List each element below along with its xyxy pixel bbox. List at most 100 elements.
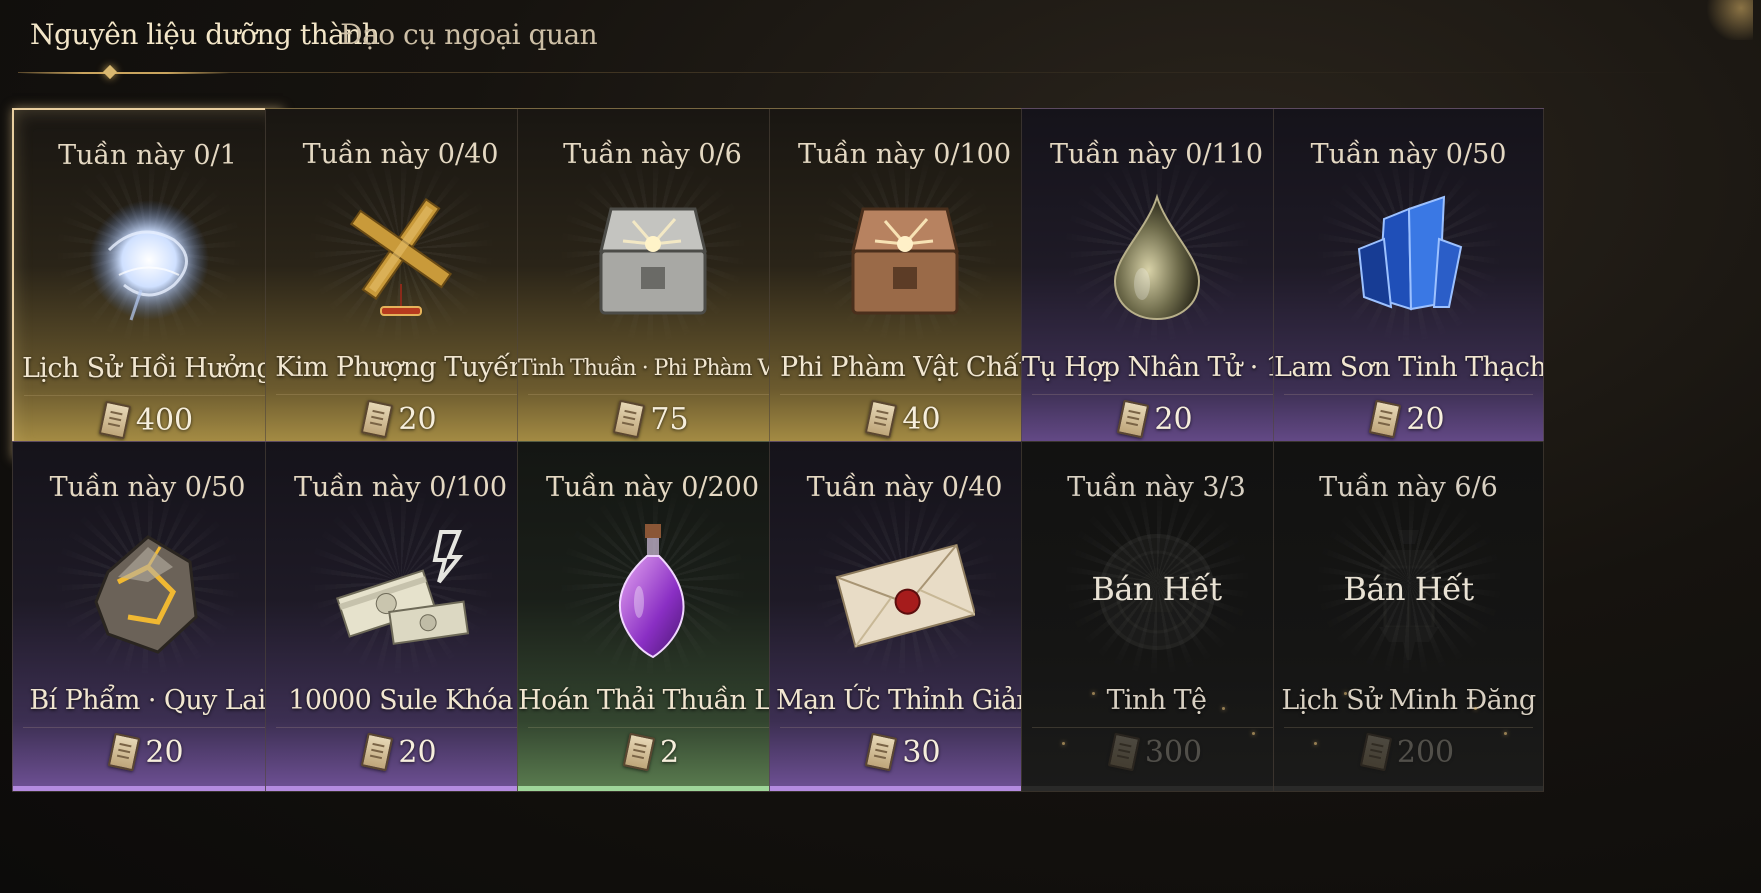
tab-nurture-materials[interactable]: Nguyên liệu dưỡng thành [30,18,380,51]
tab-bar-divider [18,72,1718,73]
price-row: 400 [14,400,281,440]
card-divider [528,394,777,395]
shop-item-card[interactable]: Tuần này 0/100 Phi Phàm Vật Chất 40 [769,108,1040,459]
card-divider [23,727,272,728]
price-row: 20 [1274,399,1543,439]
oil-drop-icon [1087,189,1227,329]
item-name: Bí Phẩm · Quy Lai [29,685,266,716]
shop-item-card[interactable]: Tuần này 6/6 Bán Hết Lịch Sử Minh Đăng 200 [1273,441,1544,792]
corner-ornament-icon [1693,0,1753,40]
item-price: 2 [659,734,680,770]
weekly-limit-label: Tuần này 0/40 [806,472,1003,503]
weekly-limit-label: Tuần này 0/50 [1310,139,1507,170]
weekly-limit-label: Tuần này 0/200 [545,472,760,503]
sparkle-particle [1474,707,1477,710]
tab-cosmetic-items[interactable]: Đạo cụ ngoại quan [340,18,598,51]
potion-flask-icon [583,522,723,662]
item-price: 400 [135,402,194,438]
shop-item-card[interactable]: Tuần này 0/100 10000 Sule Khóa 20 [265,441,536,792]
bronze-chest-icon [835,189,975,329]
rarity-bar [13,786,282,791]
ticket-icon [1359,732,1393,772]
money-stack-icon [331,522,471,662]
ticket-icon [865,399,898,439]
ticket-icon [98,400,132,440]
price-row: 20 [13,732,282,772]
weekly-limit-label: Tuần này 0/50 [49,472,246,503]
shop-item-card[interactable]: Tuần này 0/50 Bí Phẩm · Quy Lai 20 [12,441,283,792]
ticket-icon [865,732,898,772]
item-name: 10000 Sule Khóa [288,685,513,716]
card-divider [1032,727,1281,728]
active-tab-diamond-icon [102,64,118,80]
shop-item-card[interactable]: Tuần này 0/200 Hoán Thải Thuần Lộ 2 [517,441,788,792]
item-price: 20 [1406,401,1445,437]
weekly-limit-label: Tuần này 6/6 [1319,472,1498,503]
sparkle-particle [1092,692,1095,695]
card-divider [780,727,1029,728]
sold-out-label: Bán Hết [1343,570,1474,608]
shop-item-card[interactable]: Tuần này 0/40 Kim Phượng Tuyến 20 [265,108,536,459]
weekly-limit-label: Tuần này 0/1 [58,140,237,171]
card-divider [24,395,271,396]
shop-item-card[interactable]: Tuần này 0/1 Lịch Sử Hồi Hưởng 400 [12,108,283,459]
item-name: Kim Phượng Tuyến [275,352,526,383]
ticket-icon [622,732,656,772]
weekly-limit-label: Tuần này 0/110 [1049,139,1264,170]
item-name: Lịch Sử Hồi Hưởng [21,353,274,384]
ticket-icon [1369,399,1402,439]
shop-item-card[interactable]: Tuần này 0/50 Lam Sơn Tinh Thạch 20 [1273,108,1544,459]
weekly-limit-label: Tuần này 0/100 [293,472,508,503]
blue-crystal-icon [1339,189,1479,329]
shop-item-card[interactable]: Tuần này 0/6 Tinh Thuần · Phi Phàm Vật Ch… [517,108,788,459]
item-name: Lam Sơn Tinh Thạch [1274,352,1544,383]
card-divider [528,727,777,728]
card-divider [780,394,1029,395]
price-row: 20 [1022,399,1291,439]
sealed-letter-icon [835,522,975,662]
ticket-icon [1107,732,1141,772]
active-tab-underline [20,72,230,74]
item-name: Tinh Thuần · Phi Phàm Vật Chất [518,356,787,381]
spirit-orb-icon [79,190,219,330]
sparkle-particle [1252,732,1255,735]
item-name: Tụ Hợp Nhân Tử · 10 [1022,352,1292,383]
rarity-bar [266,786,535,791]
item-price: 20 [145,734,184,770]
price-row: 20 [266,732,535,772]
shop-item-card[interactable]: Tuần này 3/3 Bán Hết Tinh Tệ 300 [1021,441,1292,792]
ore-stone-icon [78,522,218,662]
ticket-icon [361,399,394,439]
price-row: 30 [770,732,1039,772]
ticket-icon [361,732,394,772]
item-price: 75 [650,401,689,437]
price-row: 300 [1022,732,1291,772]
item-price: 200 [1396,734,1455,770]
item-price: 40 [902,401,941,437]
sparkle-particle [1504,732,1507,735]
weekly-limit-label: Tuần này 0/40 [302,139,499,170]
golden-cross-icon [331,189,471,329]
item-price: 20 [398,734,437,770]
item-price: 300 [1144,734,1203,770]
item-name: Hoán Thải Thuần Lộ [518,685,788,716]
card-divider [1284,394,1533,395]
ticket-icon [613,399,646,439]
card-divider [1032,394,1281,395]
item-name: Lịch Sử Minh Đăng [1281,685,1536,716]
shop-item-card[interactable]: Tuần này 0/40 Mạn Ức Thỉnh Giản 30 [769,441,1040,792]
sparkle-particle [1062,742,1065,745]
weekly-limit-label: Tuần này 0/6 [563,139,742,170]
rarity-bar [518,786,787,791]
item-price: 20 [1154,401,1193,437]
rarity-bar [1022,786,1291,791]
sparkle-particle [1344,692,1347,695]
item-name: Phi Phàm Vật Chất [780,352,1029,383]
shop-item-card[interactable]: Tuần này 0/110 Tụ Hợp Nhân Tử · 10 20 [1021,108,1292,459]
price-row: 40 [770,399,1039,439]
item-price: 20 [398,401,437,437]
price-row: 200 [1274,732,1543,772]
price-row: 75 [518,399,787,439]
card-divider [276,394,525,395]
sparkle-particle [1222,707,1225,710]
